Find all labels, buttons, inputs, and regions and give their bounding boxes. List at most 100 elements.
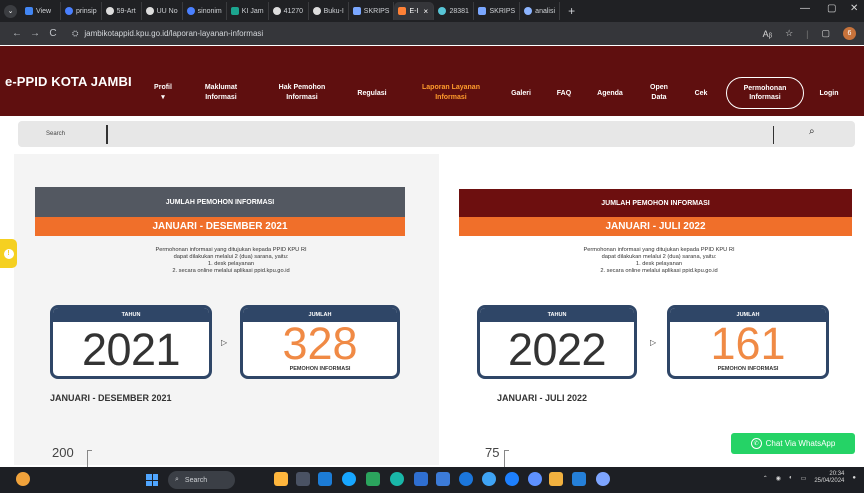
tab-menu-icon[interactable]: ⌄ bbox=[4, 4, 17, 18]
nav-permohonan-informasi[interactable]: Permohonan Informasi bbox=[726, 77, 804, 109]
app-icon-11[interactable] bbox=[549, 472, 563, 486]
app-icon-6[interactable] bbox=[414, 472, 428, 486]
back-icon[interactable]: ← bbox=[8, 28, 26, 39]
nav-faq[interactable]: FAQ bbox=[553, 89, 575, 99]
nav-laporan-layanan-informasi[interactable]: Laporan Layanan Informasi bbox=[411, 83, 491, 103]
browser-tab-28381[interactable]: 28381 bbox=[434, 2, 475, 20]
browser-address-bar: ← → C ⛭ jambikotappid.kpu.go.id/laporan-l… bbox=[0, 22, 864, 45]
site-brand[interactable]: e-PPID KOTA JAMBI bbox=[5, 74, 148, 89]
browser-tab-analisi[interactable]: analisi bbox=[520, 2, 561, 20]
arrow-right-icon: ▷ bbox=[650, 338, 657, 347]
document-icon bbox=[478, 7, 487, 15]
browser-tab-sinonim[interactable]: sinonim bbox=[183, 2, 227, 20]
nav-galeri[interactable]: Galeri bbox=[508, 89, 534, 99]
count-value: 328 bbox=[282, 318, 358, 369]
nav-login[interactable]: Login bbox=[816, 89, 842, 99]
browser-tab-41270[interactable]: 41270 bbox=[269, 2, 309, 20]
window-icon[interactable]: ▢ bbox=[821, 28, 830, 39]
app-icon-5[interactable] bbox=[390, 472, 404, 486]
browser-tab-buku-i[interactable]: Buku-I bbox=[309, 2, 349, 20]
tab-label: SKRIPS bbox=[489, 7, 516, 15]
toolbar-divider: | bbox=[806, 28, 809, 39]
tab-label: 41270 bbox=[283, 7, 304, 15]
nav-agenda[interactable]: Agenda bbox=[592, 89, 628, 99]
taskbar-search-label: Search bbox=[184, 476, 208, 484]
tahun-label: TAHUN bbox=[53, 308, 209, 322]
browser-tab-skrips-1[interactable]: SKRIPS bbox=[349, 2, 395, 20]
browser-icon[interactable] bbox=[342, 472, 356, 486]
browser-tab-59-art[interactable]: 59-Art bbox=[102, 2, 142, 20]
nav-profil[interactable]: Profil ▾ bbox=[151, 83, 175, 103]
notification-icon[interactable]: ● bbox=[852, 475, 856, 481]
tab-label: KI Jam bbox=[241, 7, 264, 15]
app-icon-2[interactable] bbox=[296, 472, 310, 486]
search-icon: ⌕ bbox=[175, 476, 179, 483]
browser-tab-ki-jam[interactable]: KI Jam bbox=[227, 2, 269, 20]
system-tray: ⌃ ◉ ◐ ▭ 20:34 25/04/2024 ● bbox=[763, 471, 856, 485]
tab-label: Buku-I bbox=[323, 7, 344, 15]
right-description: Permohonan informasi yang ditujukan kepa… bbox=[583, 247, 735, 274]
nav-open-data[interactable]: Open Data bbox=[646, 83, 672, 103]
browser-toolbar: Aᵦ ☆ | ▢ 6 bbox=[763, 27, 856, 40]
nav-cek[interactable]: Cek bbox=[692, 89, 710, 99]
battery-icon[interactable]: ▭ bbox=[801, 475, 807, 482]
forward-icon[interactable]: → bbox=[26, 28, 44, 39]
nav-regulasi[interactable]: Regulasi bbox=[354, 89, 390, 99]
info-icon: ! bbox=[3, 248, 14, 259]
browser-tab-view[interactable]: View bbox=[21, 2, 61, 20]
search-input-cursor[interactable] bbox=[106, 124, 108, 144]
tab-label: SKRIPS bbox=[363, 7, 390, 15]
whatsapp-chat-button[interactable]: ✆ Chat Via WhatsApp bbox=[731, 433, 855, 454]
translate-icon[interactable]: Aᵦ bbox=[763, 29, 772, 39]
browser-tab-active[interactable]: E-I × bbox=[394, 2, 435, 20]
site-settings-icon[interactable]: ⛭ bbox=[72, 29, 78, 39]
url-field[interactable]: ⛭ jambikotappid.kpu.go.id/laporan-layanan… bbox=[72, 29, 263, 39]
left-floating-tool[interactable]: ! bbox=[0, 239, 17, 268]
chevron-up-icon[interactable]: ⌃ bbox=[763, 475, 768, 482]
close-tab-icon[interactable]: × bbox=[423, 7, 428, 16]
right-count-card: JUMLAH 161 PEMOHON INFORMASI bbox=[667, 305, 829, 379]
nav-hak-pemohon-informasi[interactable]: Hak Pemohon Informasi bbox=[269, 83, 335, 103]
app-icon-3[interactable] bbox=[318, 472, 332, 486]
profile-avatar[interactable]: 6 bbox=[843, 27, 856, 40]
app-icon-7[interactable] bbox=[436, 472, 450, 486]
globe-icon bbox=[105, 7, 114, 15]
globe-icon bbox=[272, 7, 281, 15]
weather-icon[interactable] bbox=[16, 472, 30, 486]
app-icon-12[interactable] bbox=[572, 472, 586, 486]
globe-icon bbox=[312, 7, 321, 15]
url-text: jambikotappid.kpu.go.id/laporan-layanan-… bbox=[84, 29, 264, 38]
chrome-icon[interactable] bbox=[505, 472, 519, 486]
minimize-icon[interactable]: — bbox=[800, 3, 810, 14]
taskbar-search[interactable]: ⌕ Search bbox=[168, 471, 235, 489]
app-icon-4[interactable] bbox=[366, 472, 380, 486]
app-icon-1[interactable] bbox=[274, 472, 288, 486]
right-year-card: TAHUN 2022 bbox=[477, 305, 637, 379]
reload-icon[interactable]: C bbox=[44, 28, 62, 39]
nav-maklumat-informasi[interactable]: Maklumat Informasi bbox=[199, 83, 243, 103]
clock[interactable]: 20:34 25/04/2024 bbox=[814, 471, 844, 485]
close-window-icon[interactable]: ✕ bbox=[850, 3, 858, 14]
app-icon-13[interactable] bbox=[596, 472, 610, 486]
windows-start-icon[interactable] bbox=[146, 474, 158, 486]
maximize-icon[interactable]: ▢ bbox=[827, 3, 836, 14]
google-icon bbox=[65, 7, 73, 15]
leaf-icon bbox=[230, 7, 239, 15]
windows-taskbar bbox=[0, 467, 864, 493]
right-axis-cap bbox=[504, 450, 509, 451]
browser-tab-prinsip[interactable]: prinsip bbox=[61, 2, 102, 20]
app-icon-9[interactable] bbox=[482, 472, 496, 486]
wifi-icon[interactable]: ◉ bbox=[776, 475, 781, 482]
browser-tab-uu-no[interactable]: UU No bbox=[142, 2, 183, 20]
volume-icon[interactable]: ◐ bbox=[789, 475, 793, 481]
count-value: 161 bbox=[710, 318, 786, 369]
year-value: 2022 bbox=[507, 324, 607, 375]
browser-tab-skrips-2[interactable]: SKRIPS bbox=[474, 2, 521, 20]
favorite-icon[interactable]: ☆ bbox=[785, 28, 793, 39]
tab-label: 59-Art bbox=[116, 7, 136, 15]
app-icon-8[interactable] bbox=[459, 472, 473, 486]
app-icon-10[interactable] bbox=[528, 472, 542, 486]
search-icon[interactable]: ⌕ bbox=[809, 126, 815, 137]
new-tab-button[interactable]: + bbox=[568, 4, 575, 18]
globe-icon bbox=[438, 7, 447, 15]
